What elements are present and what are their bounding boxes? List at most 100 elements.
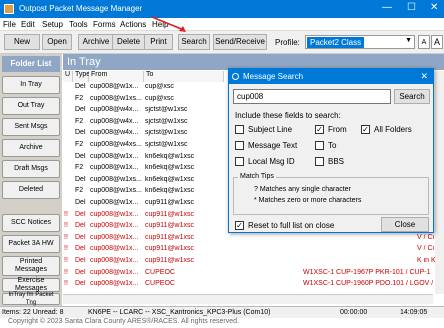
maximize-icon[interactable]: ☐: [407, 2, 416, 13]
cell-from: cup008@w1x...: [90, 222, 139, 230]
folder-draft-msgs[interactable]: Draft Msgs: [2, 160, 60, 178]
cell-type: Del: [75, 280, 86, 288]
horizontal-scrollbar[interactable]: [63, 294, 433, 304]
cell-from: cup008@w1x...: [90, 164, 139, 172]
dialog-close-button[interactable]: Close: [381, 217, 429, 232]
cell-to: kn6ekq@w1xsc: [145, 152, 195, 160]
cell-from: cup008@w4x...: [90, 129, 139, 137]
to-checkbox[interactable]: [315, 141, 324, 150]
table-row[interactable]: !! Del cup008@w1x... CUPEOC W1XSC-1 CUP-1967…: [63, 269, 444, 278]
table-row[interactable]: !! Del cup008@w1x... cup911@w1xsc V / Ci: [63, 245, 444, 254]
folder-out-tray[interactable]: Out Tray: [2, 97, 60, 115]
cell-subject: V / Ci: [417, 233, 435, 241]
all-folders-checkbox[interactable]: ✓: [361, 125, 370, 134]
cell-from: cup008@w4x...: [90, 117, 139, 125]
cell-to: cup@xsc: [145, 83, 174, 90]
menu-edit[interactable]: Edit: [21, 20, 35, 29]
menu-setup[interactable]: Setup: [42, 20, 63, 29]
cell-to: cup911@w1xsc: [145, 233, 194, 241]
cell-to: sjctst@w1xsc: [145, 141, 188, 148]
cell-to: sjctst@w1xsc: [145, 129, 188, 137]
to-label: To: [328, 141, 337, 150]
cell-from: cup008@w1x...: [90, 280, 139, 288]
toolbar: New Open Archive Delete Print Search Sen…: [0, 31, 444, 54]
folder-in-tray[interactable]: In Tray: [2, 76, 60, 94]
print-button[interactable]: Print: [144, 34, 173, 50]
cell-from: cup008@w1x...: [90, 233, 139, 241]
cell-to: CUPEOC: [145, 268, 175, 276]
match-tip-single: ? Matches any single character: [254, 186, 351, 193]
menu-file[interactable]: File: [3, 20, 16, 29]
column-header-u[interactable]: U: [63, 71, 73, 82]
window-title: Outpost Packet Message Manager: [19, 4, 143, 13]
message-text-label: Message Text: [248, 141, 298, 150]
column-header-to[interactable]: To: [144, 71, 224, 82]
dialog-search-button[interactable]: Search: [394, 89, 430, 104]
cell-from: cup008@w4x...: [90, 106, 139, 114]
menu-bar: File Edit Setup Tools Forms Actions Help: [0, 18, 444, 31]
font-larger-button[interactable]: A: [431, 35, 443, 49]
search-button[interactable]: Search: [178, 34, 210, 50]
folder-printed-messages[interactable]: Printed Messages: [2, 256, 60, 276]
folder-sent-msgs[interactable]: Sent Msgs: [2, 118, 60, 136]
open-button[interactable]: Open: [42, 34, 72, 50]
urgent-flag: !!: [64, 222, 68, 230]
table-row[interactable]: !! Del cup008@w1x... CUPEOC W1XSC-1 CUP-1960…: [63, 280, 444, 289]
minimize-icon[interactable]: —: [382, 2, 392, 13]
cell-from: cup008@w1x...: [90, 245, 139, 253]
folder-intray-fm-packet-tng[interactable]: InTray fm Packet Tng: [2, 292, 60, 306]
menu-tools[interactable]: Tools: [69, 20, 88, 29]
new-button[interactable]: New: [4, 34, 40, 50]
close-icon[interactable]: ✕: [430, 2, 438, 13]
profile-select[interactable]: Packet2 Class ▼: [305, 35, 415, 49]
urgent-flag: !!: [64, 268, 68, 276]
cell-subject: W1XSC-1 CUP-1967P PKR-101 / CUP-1: [303, 268, 431, 276]
folder-archive[interactable]: Archive: [2, 139, 60, 157]
cell-type: Del: [75, 129, 86, 137]
cell-type: Del: [75, 83, 86, 90]
folder-scc-notices[interactable]: SCC Notices: [2, 214, 60, 232]
status-timer: 00:00:00: [340, 309, 368, 316]
cell-type: F2: [75, 94, 84, 102]
message-text-checkbox[interactable]: [235, 141, 244, 150]
cell-to: cup911@w1xsc: [145, 245, 194, 253]
cell-type: Del: [75, 210, 86, 218]
delete-button[interactable]: Delete: [112, 34, 145, 50]
cell-to: sjctst@w1xsc: [145, 106, 188, 114]
reset-list-checkbox[interactable]: ✓: [235, 221, 244, 230]
search-input[interactable]: cup008: [233, 89, 391, 104]
column-header-type[interactable]: Type: [73, 71, 90, 82]
menu-forms[interactable]: Forms: [93, 20, 116, 29]
close-icon[interactable]: ✕: [420, 69, 428, 84]
vertical-scrollbar[interactable]: [435, 71, 444, 294]
cell-from: cup008@w1x...: [90, 83, 139, 90]
column-header-from[interactable]: From: [89, 71, 144, 82]
bbs-checkbox[interactable]: [315, 157, 324, 166]
send-receive-button[interactable]: Send/Receive: [213, 34, 267, 50]
cell-to: kn6ekq@w1xsc: [145, 187, 195, 195]
local-msg-id-checkbox[interactable]: [235, 157, 244, 166]
cell-type: Del: [75, 222, 86, 230]
cell-to: cup@xsc: [145, 94, 174, 102]
folder-deleted[interactable]: Deleted: [2, 181, 60, 199]
match-tips-title: Match Tips: [238, 173, 276, 180]
profile-label: Profile:: [275, 38, 300, 47]
table-row[interactable]: !! Del cup008@w1x... cup911@w1xsc V / Ci: [63, 234, 444, 243]
all-folders-label: All Folders: [374, 125, 412, 134]
font-smaller-button[interactable]: A: [418, 35, 430, 49]
cell-to: cup911@w1xsc: [145, 199, 194, 206]
cell-from: cup008@w1xs...: [90, 175, 142, 183]
folder-packet-3a-hw[interactable]: Packet 3A HW: [2, 235, 60, 253]
folder-exercise-messages[interactable]: Exercise Messages: [2, 277, 60, 292]
app-icon: [4, 4, 14, 14]
cell-from: cup008@w1x...: [90, 152, 139, 160]
cell-from: cup008@w1x...: [90, 199, 139, 206]
urgent-flag: !!: [64, 210, 68, 218]
table-row[interactable]: !! Del cup008@w1x... cup911@w1xsc K in K: [63, 257, 444, 266]
from-checkbox[interactable]: ✓: [315, 125, 324, 134]
folder-list-header: Folder List: [2, 56, 60, 72]
archive-button[interactable]: Archive: [78, 34, 114, 50]
subject-line-checkbox[interactable]: [235, 125, 244, 134]
cell-to: sjctst@w1xsc: [145, 117, 188, 125]
menu-actions[interactable]: Actions: [120, 20, 146, 29]
